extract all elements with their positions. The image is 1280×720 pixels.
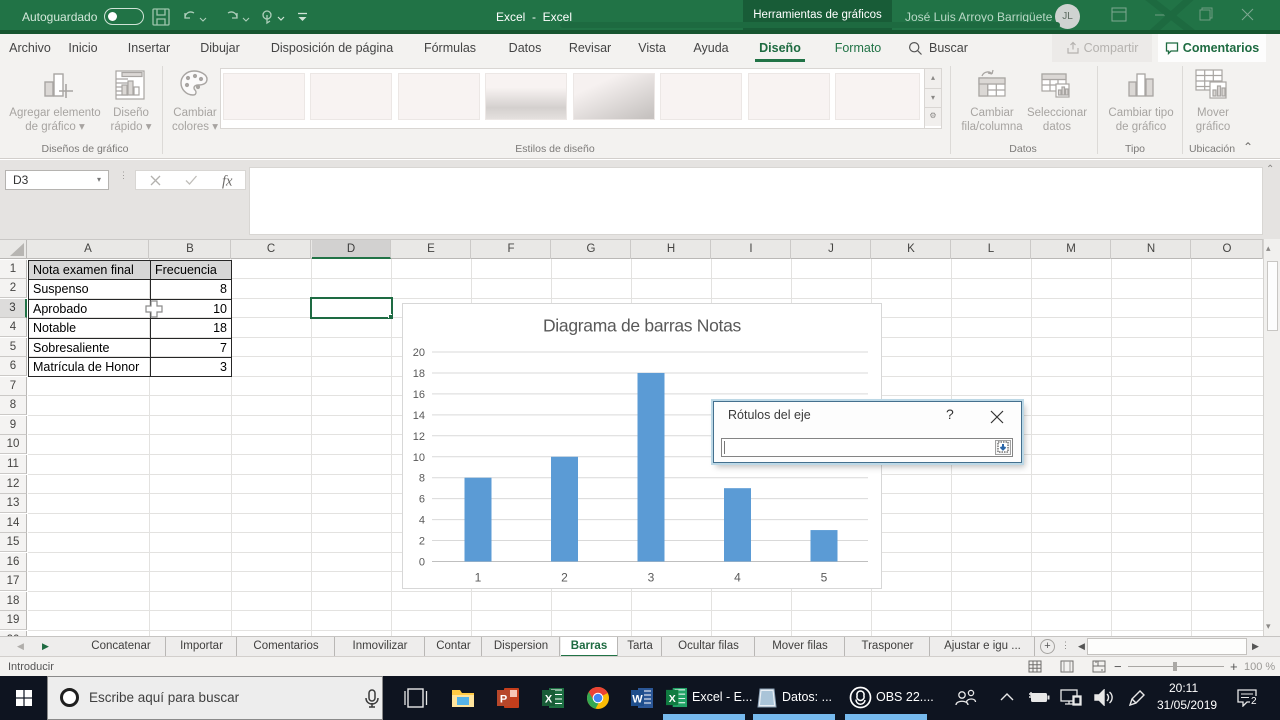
svg-text:5: 5 [821, 571, 828, 585]
svg-text:4: 4 [419, 515, 425, 527]
svg-text:12: 12 [413, 431, 425, 443]
svg-text:fx: fx [222, 174, 233, 190]
svg-text:Diagrama de barras Notas: Diagrama de barras Notas [543, 316, 742, 336]
svg-text:14: 14 [413, 410, 425, 422]
svg-text:P: P [500, 694, 507, 706]
svg-text:4: 4 [734, 571, 741, 585]
svg-text:2: 2 [419, 536, 425, 548]
svg-text:18: 18 [413, 368, 425, 380]
svg-text:1: 1 [475, 571, 482, 585]
svg-text:0: 0 [419, 557, 425, 569]
svg-text:3: 3 [648, 571, 655, 585]
svg-text:2: 2 [561, 571, 568, 585]
svg-text:6: 6 [419, 494, 425, 506]
svg-text:16: 16 [413, 389, 425, 401]
svg-text:8: 8 [419, 473, 425, 485]
svg-text:W: W [632, 694, 643, 706]
svg-text:X: X [545, 694, 553, 706]
svg-text:10: 10 [413, 452, 425, 464]
svg-text:X: X [669, 693, 676, 705]
svg-text:20: 20 [413, 347, 425, 359]
